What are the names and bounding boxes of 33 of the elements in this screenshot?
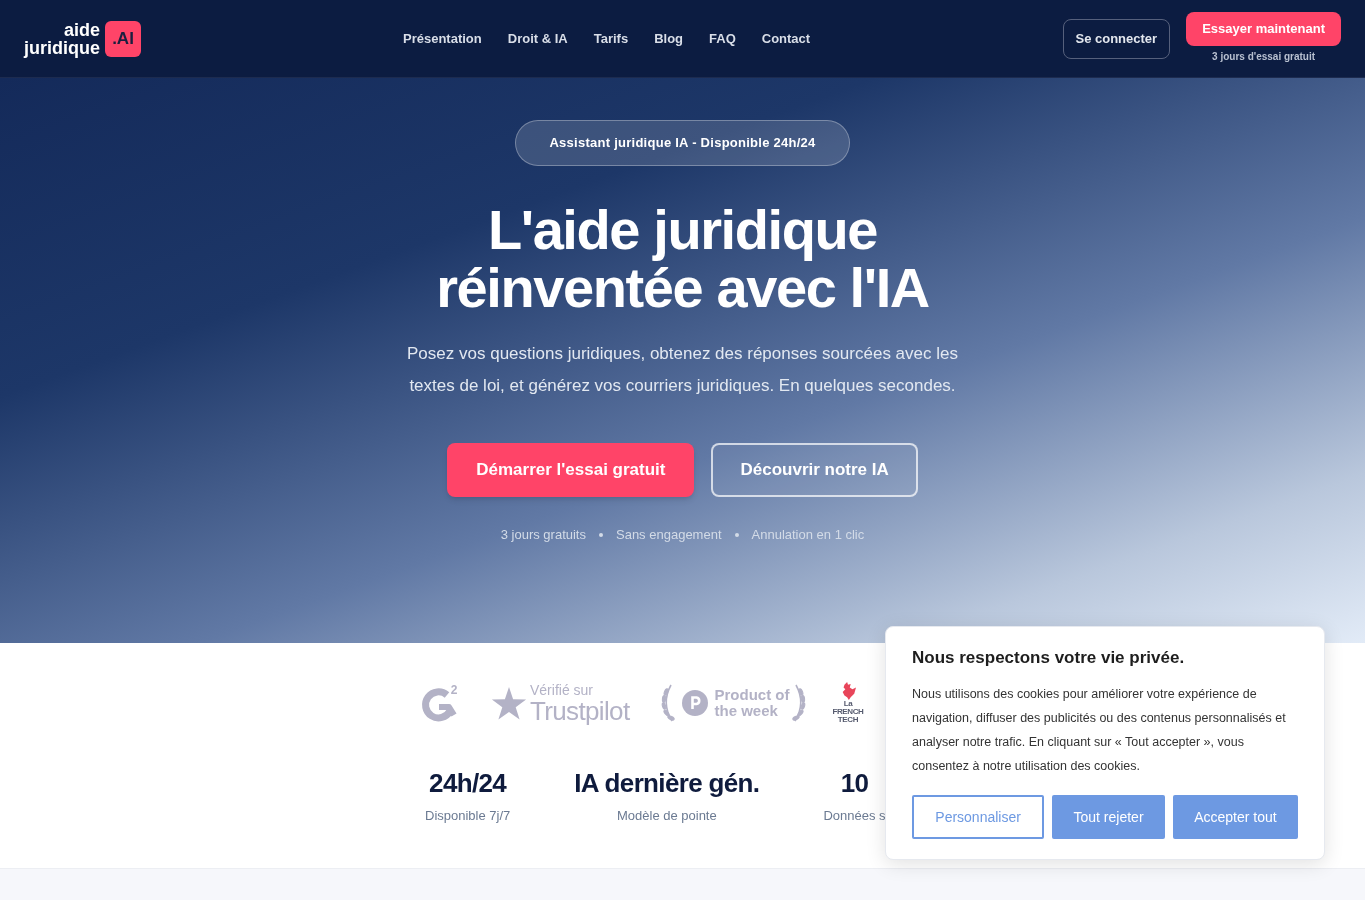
p-badge-icon	[682, 690, 709, 716]
stat-value: 24h/24	[429, 767, 507, 799]
laurel-icon	[791, 683, 808, 723]
award-text: Product of the week	[714, 687, 790, 719]
hero-title: L'aide juridique réinventée avec l'IA	[436, 201, 929, 317]
logo-tile: .AI	[105, 20, 141, 57]
nav-link[interactable]: FAQ	[709, 28, 736, 49]
g2-logo: 2	[420, 683, 460, 723]
french-tech-text: La FRENCH TECH	[832, 700, 864, 724]
trustpilot-caption: Vérifié sur	[530, 682, 595, 698]
perk-text: Sans engagement	[616, 526, 722, 544]
stat-value: 10	[840, 767, 869, 799]
logo-text: aide juridique	[24, 20, 100, 57]
stat-value: IA dernière gén.	[574, 767, 760, 799]
hero-badge: Assistant juridique IA - Disponible 24h/24	[515, 120, 850, 166]
stat-label: Données s	[823, 807, 886, 825]
laurel-icon	[660, 683, 677, 723]
cookie-title: Nous respectons votre vie privée.	[912, 647, 1186, 669]
stat-label: Disponible 7j/7	[425, 807, 511, 825]
stat-label: Modèle de pointe	[616, 807, 717, 825]
nav-link[interactable]: Contact	[761, 28, 811, 49]
nav-link[interactable]: Blog	[654, 28, 684, 49]
nav-link[interactable]: Droit & IA	[507, 28, 568, 49]
perk-text: 3 jours gratuits	[500, 526, 586, 544]
trial-note: 3 jours d'essai gratuit	[1212, 51, 1316, 63]
cookie-text: Nous utilisons des cookies pour améliorer votre expérience de navigation, diffuser des publicités ou des contenus personnalisés et analyser notre trafic. En cliquant sur « Tout accepter », vous consentez à notre utilisation des cookies.	[912, 686, 1287, 775]
perk-text: Annulation en 1 clic	[751, 526, 865, 544]
login-button[interactable]: Se connecter	[1062, 18, 1171, 59]
star-icon	[491, 686, 527, 720]
nav-link[interactable]: Présentation	[403, 28, 482, 49]
nav-link[interactable]: Tarifs	[593, 28, 629, 49]
hero-subtitle: Posez vos questions juridiques, obtenez des réponses sourcées avec les textes de loi, et générez vos courriers juridiques. En quelques secondes.	[406, 343, 959, 397]
trustpilot-wordmark: Trustpilot	[530, 697, 630, 724]
